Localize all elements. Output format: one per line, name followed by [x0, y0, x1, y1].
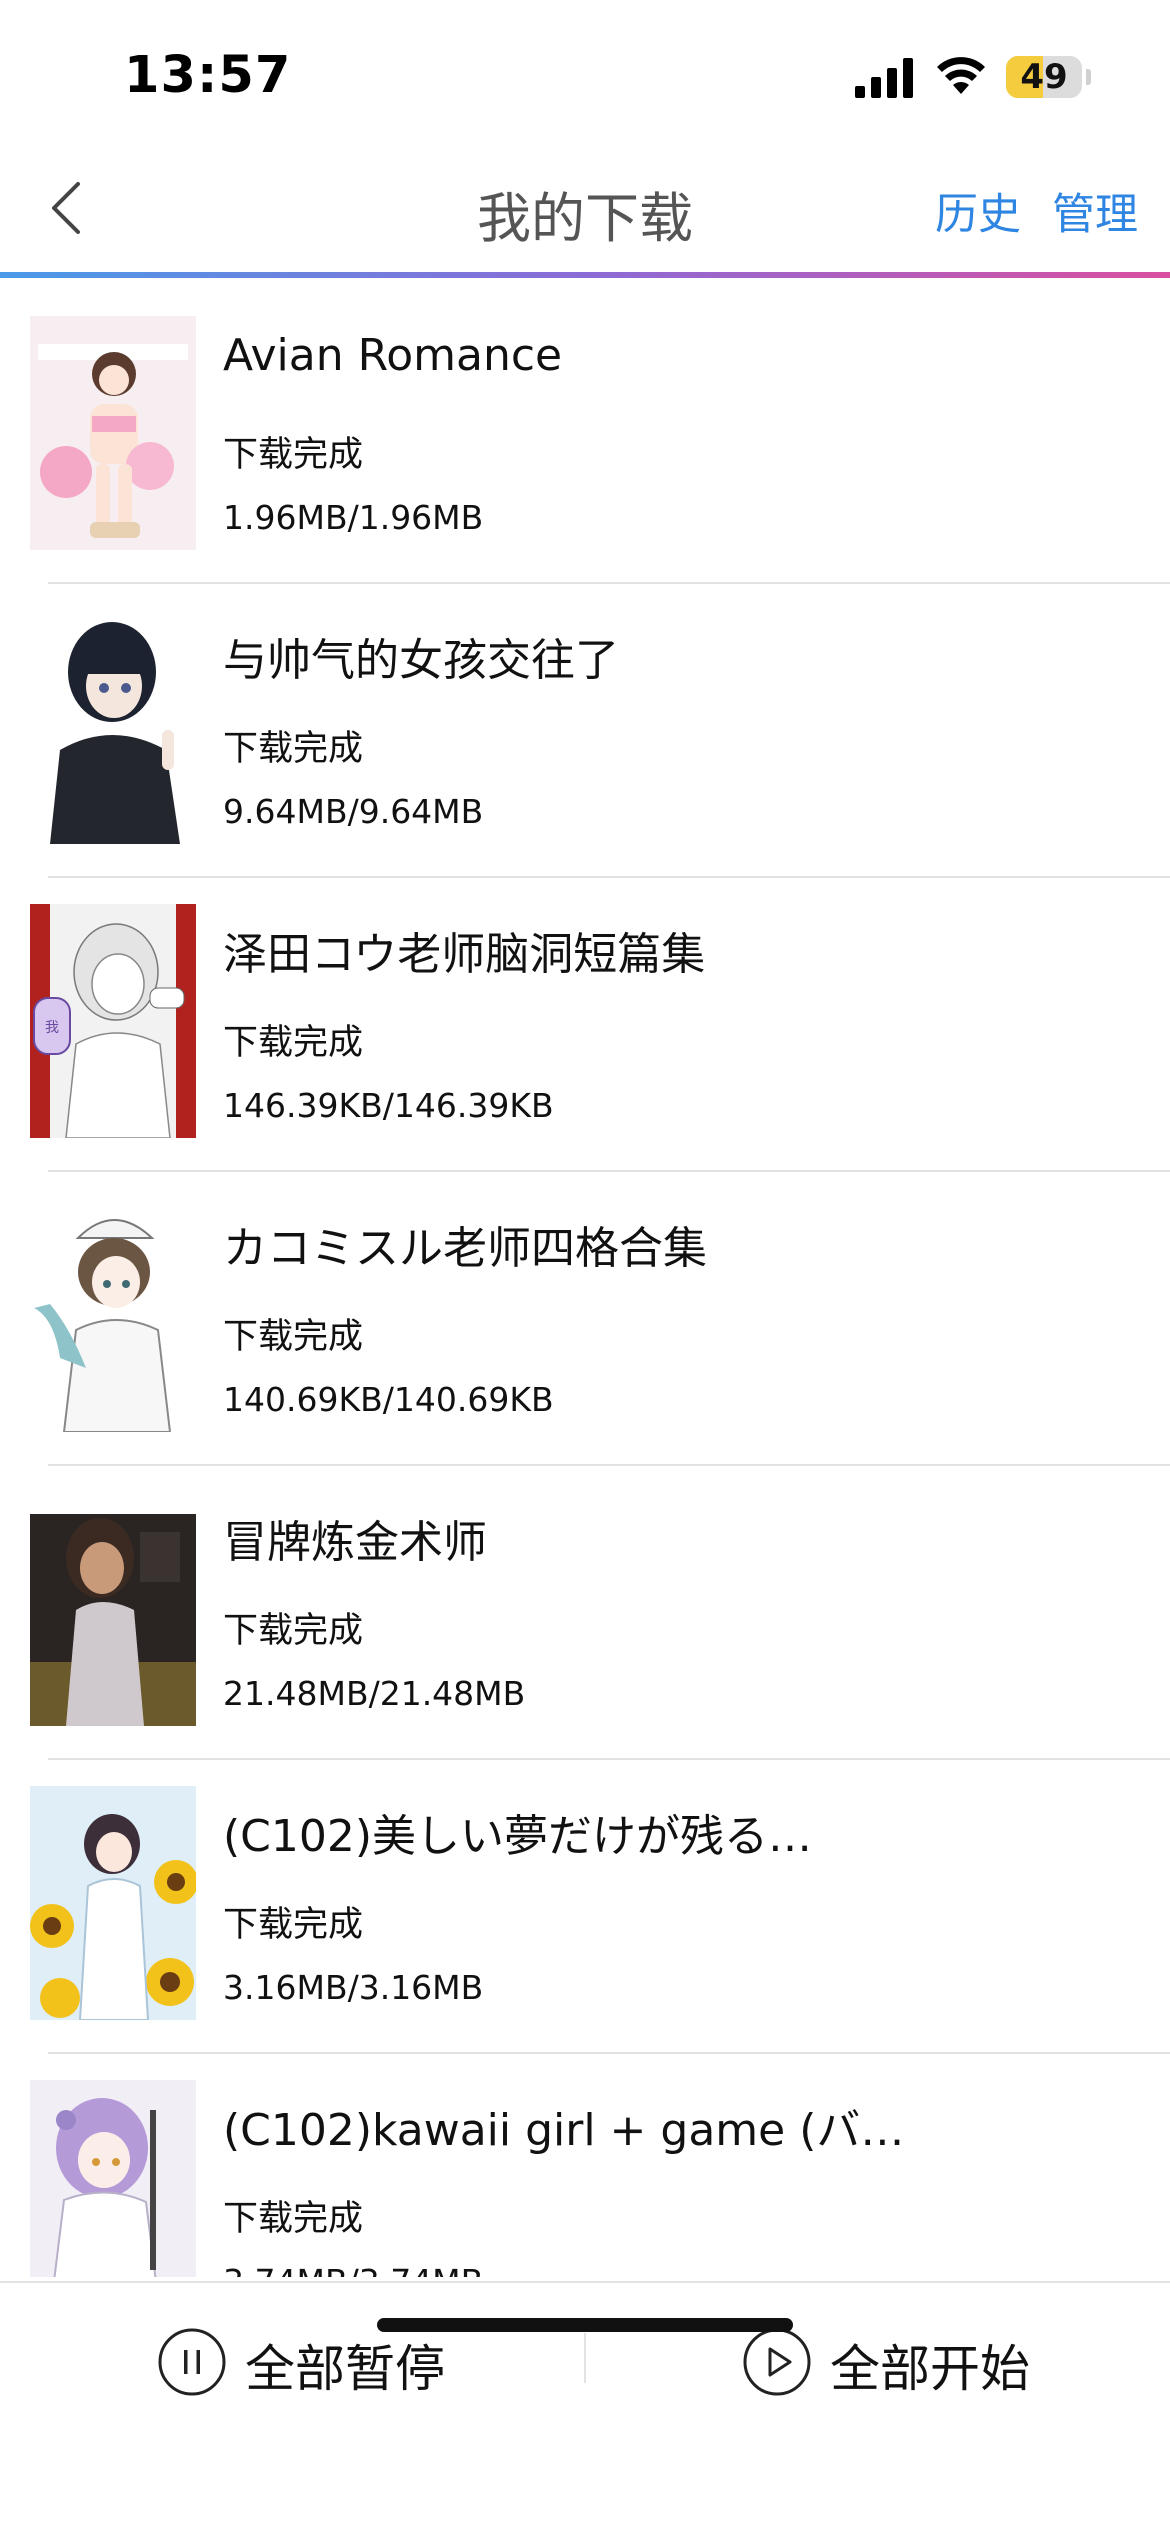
cover-thumbnail[interactable]: 我	[30, 904, 196, 1138]
row-divider	[48, 582, 1170, 584]
download-list[interactable]: Avian Romance 下载完成 1.96MB/1.96MB 与帅气的女孩交往了…	[0, 278, 1170, 2277]
download-item[interactable]: (C102)kawaii girl + game (バ… 下载完成 3.74MB/3…	[0, 2052, 1170, 2277]
download-title: Avian Romance	[223, 330, 563, 381]
manage-button[interactable]: 管理	[1052, 180, 1138, 242]
download-status: 下载完成	[223, 435, 364, 475]
cover-thumbnail[interactable]	[30, 1492, 196, 1726]
download-item[interactable]: 与帅气的女孩交往了下载完成 9.64MB/9.64MB	[0, 582, 1170, 876]
cover-thumbnail[interactable]	[30, 1198, 196, 1432]
wifi-icon	[937, 57, 985, 94]
download-title: 冒牌炼金术师	[223, 1517, 487, 1568]
download-status: 下载完成	[223, 1023, 364, 1063]
bottom-divider	[584, 2333, 586, 2383]
row-divider	[48, 2052, 1170, 2054]
download-size: 21.48MB/21.48MB	[223, 1674, 526, 1713]
cover-thumbnail[interactable]	[30, 2080, 196, 2277]
status-time: 13:57	[124, 46, 292, 105]
status-bar: 13:57 49	[0, 0, 1170, 150]
download-size: 146.39KB/146.39KB	[223, 1086, 554, 1125]
row-divider	[48, 1758, 1170, 1760]
download-size: 3.74MB/3.74MB	[223, 2262, 483, 2277]
download-title: (C102)kawaii girl + game (バ…	[223, 2105, 905, 2156]
row-divider	[48, 1464, 1170, 1466]
start-all-button[interactable]: 全部开始	[742, 2321, 1042, 2401]
play-icon	[743, 2328, 811, 2396]
download-item[interactable]: カコミスル老师四格合集下载完成 140.69KB/140.69KB	[0, 1170, 1170, 1464]
battery-tip	[1086, 69, 1091, 85]
svg-text:我: 我	[45, 1020, 59, 1036]
start-all-label: 全部开始	[830, 2340, 1030, 2398]
home-indicator	[377, 2318, 793, 2332]
cover-thumbnail[interactable]	[30, 316, 196, 550]
row-divider	[48, 876, 1170, 878]
nav-bar: 我的下载 历史 管理	[0, 150, 1170, 272]
page-title: 我的下载	[477, 187, 693, 250]
pause-icon	[158, 2328, 226, 2396]
pause-all-button[interactable]: 全部暂停	[157, 2321, 457, 2401]
battery-icon: 49	[1006, 56, 1082, 98]
download-title: カコミスル老师四格合集	[223, 1223, 707, 1274]
cellular-signal-icon	[855, 58, 913, 98]
download-size: 3.16MB/3.16MB	[223, 1968, 484, 2007]
download-size: 140.69KB/140.69KB	[223, 1380, 554, 1419]
download-status: 下载完成	[223, 2199, 364, 2239]
download-item[interactable]: Avian Romance 下载完成 1.96MB/1.96MB	[0, 288, 1170, 582]
battery-percent: 49	[1020, 57, 1068, 97]
download-item[interactable]: 我 泽田コウ老师脑洞短篇集下载完成 146.39KB/146.39KB	[0, 876, 1170, 1170]
row-divider	[48, 1170, 1170, 1172]
download-status: 下载完成	[223, 1317, 364, 1357]
download-title: 泽田コウ老师脑洞短篇集	[223, 929, 706, 980]
pause-all-label: 全部暂停	[245, 2340, 445, 2398]
download-status: 下载完成	[223, 1611, 364, 1651]
download-item[interactable]: (C102)美しい夢だけが残る… 下载完成 3.16MB/3.16MB	[0, 1758, 1170, 2052]
download-size: 1.96MB/1.96MB	[223, 498, 484, 537]
back-chevron-icon[interactable]	[40, 168, 100, 248]
download-item[interactable]: 冒牌炼金术师下载完成 21.48MB/21.48MB	[0, 1464, 1170, 1758]
download-title: (C102)美しい夢だけが残る…	[223, 1811, 813, 1862]
download-size: 9.64MB/9.64MB	[223, 792, 484, 831]
download-status: 下载完成	[223, 729, 364, 769]
history-button[interactable]: 历史	[935, 180, 1021, 242]
download-title: 与帅气的女孩交往了	[223, 635, 619, 686]
cover-thumbnail[interactable]	[30, 610, 196, 844]
download-status: 下载完成	[223, 1905, 364, 1945]
cover-thumbnail[interactable]	[30, 1786, 196, 2020]
